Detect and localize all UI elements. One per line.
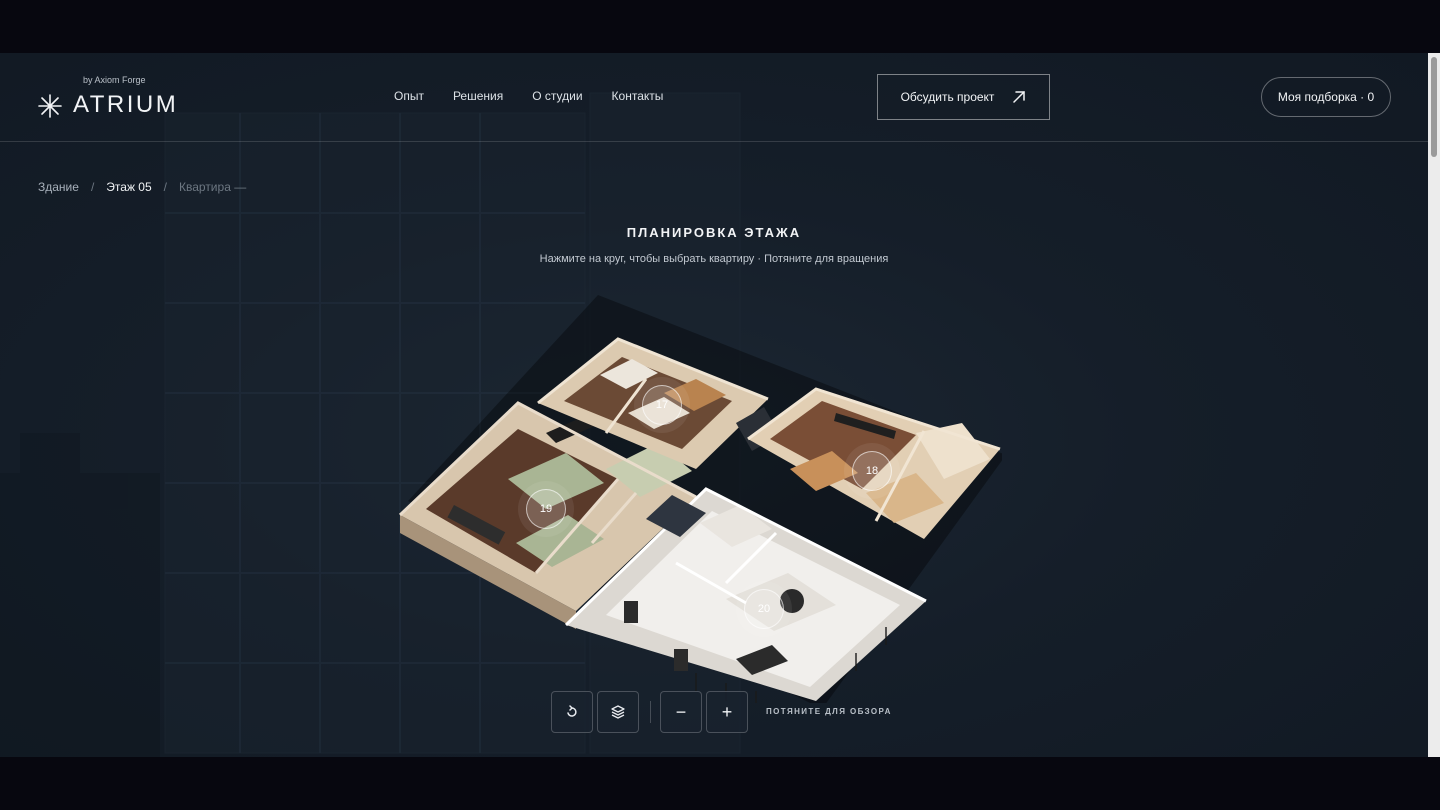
- rotate-reset-icon: [567, 705, 577, 717]
- letterbox-bottom: [0, 757, 1440, 810]
- floor-plan-hint: Нажмите на круг, чтобы выбрать квартиру …: [539, 253, 889, 265]
- layers-icon: [611, 705, 625, 719]
- page-viewport: by Axiom Forge ATRIUM Опыт Решения О сту…: [0, 53, 1428, 757]
- nav-link-experience[interactable]: Опыт: [394, 89, 424, 103]
- nav-link-studio[interactable]: О студии: [532, 89, 582, 103]
- apartment-marker-17-label: 17: [655, 399, 669, 411]
- brand-sub: by Axiom Forge: [83, 75, 146, 85]
- floor-plan-title: ПЛАНИРОВКА ЭТАЖА: [626, 225, 802, 240]
- site-header: by Axiom Forge ATRIUM Опыт Решения О сту…: [0, 53, 1428, 142]
- zoom-out-button[interactable]: −: [660, 691, 702, 733]
- apartment-marker-20[interactable]: 20: [744, 589, 784, 629]
- brand-name: ATRIUM: [73, 91, 179, 118]
- breadcrumb: Здание / Этаж 05 / Квартира —: [38, 180, 246, 194]
- brand-logo[interactable]: by Axiom Forge ATRIUM: [38, 75, 198, 125]
- apartment-marker-19-label: 19: [539, 503, 553, 515]
- discuss-project-button[interactable]: Обсудить проект: [877, 74, 1050, 120]
- asterisk-logo-icon: [38, 94, 62, 118]
- apartment-marker-18[interactable]: 18: [852, 451, 892, 491]
- apartment-marker-20-label: 20: [757, 603, 771, 615]
- arrow-up-right-icon: [1013, 91, 1026, 103]
- plus-icon: +: [721, 701, 733, 722]
- breadcrumb-separator: /: [90, 180, 95, 194]
- floor-plan-model: [398, 295, 1006, 709]
- drag-hint: ПОТЯНИТЕ ДЛЯ ОБЗОРА: [766, 707, 892, 716]
- apartment-marker-18-label: 18: [865, 465, 879, 477]
- apartment-marker-19[interactable]: 19: [526, 489, 566, 529]
- breadcrumb-floor[interactable]: Этаж 05: [106, 180, 151, 194]
- apartment-marker-17[interactable]: 17: [642, 385, 682, 425]
- layers-button[interactable]: [597, 691, 639, 733]
- scrollbar-thumb[interactable]: [1431, 57, 1437, 157]
- letterbox-top: [0, 0, 1440, 53]
- reset-rotation-button[interactable]: [551, 691, 593, 733]
- nav-link-solutions[interactable]: Решения: [453, 89, 503, 103]
- breadcrumb-apartment: Квартира —: [179, 180, 247, 194]
- my-selection-label: Моя подборка · 0: [1277, 90, 1375, 104]
- minus-icon: −: [675, 701, 687, 722]
- discuss-project-label: Обсудить проект: [900, 90, 995, 104]
- nav-link-contacts[interactable]: Контакты: [612, 89, 664, 103]
- floor-plan-3d-view[interactable]: 17 18 19 20: [396, 283, 1006, 709]
- breadcrumb-building[interactable]: Здание: [38, 180, 79, 194]
- controls-divider: [650, 701, 651, 723]
- my-selection-button[interactable]: Моя подборка · 0: [1261, 77, 1391, 117]
- breadcrumb-separator: /: [163, 180, 167, 194]
- zoom-in-button[interactable]: +: [706, 691, 748, 733]
- main-nav: Опыт Решения О студии Контакты: [394, 89, 663, 103]
- page-scrollbar[interactable]: [1428, 53, 1440, 757]
